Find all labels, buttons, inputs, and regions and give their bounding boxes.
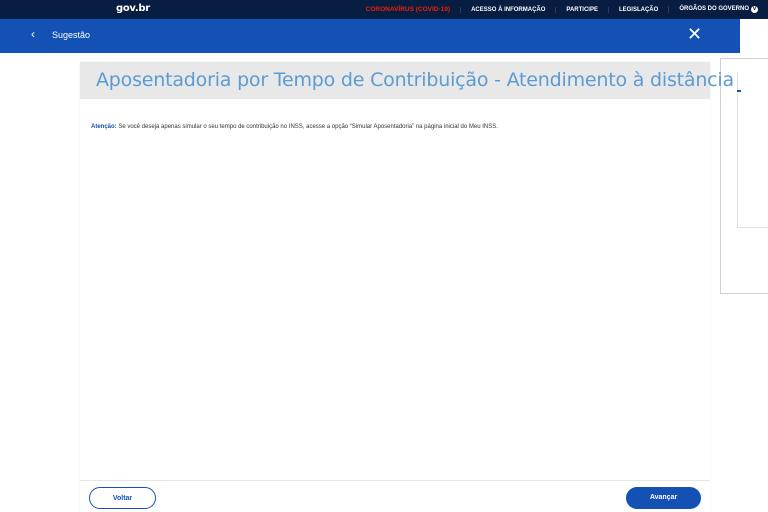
side-panel-indicator [737,90,741,92]
gov-top-links: CORONAVÍRUS (COVID-19) ACESSO À INFORMAÇ… [356,0,768,19]
next-button[interactable]: Avançar [626,487,701,509]
header-title: Sugestão [52,30,91,40]
gov-top-bar: gov.br CORONAVÍRUS (COVID-19) ACESSO À I… [0,0,768,19]
service-card: Aposentadoria por Tempo de Contribuição … [80,62,734,512]
close-icon[interactable]: ✕ [687,24,702,44]
attention-notice: Atenção: Se você deseja apenas simular o… [91,124,498,130]
card-header: Aposentadoria por Tempo de Contribuição … [80,62,734,99]
link-orgaos-governo[interactable]: ÓRGÃOS DO GOVERNO v [668,6,768,13]
notice-text: Se você deseja apenas simular o seu temp… [116,124,498,130]
page-title: Aposentadoria por Tempo de Contribuição … [96,69,734,91]
link-orgaos-governo-label: ÓRGÃOS DO GOVERNO [679,6,749,12]
link-coronavirus[interactable]: CORONAVÍRUS (COVID-19) [356,6,460,13]
link-legislacao[interactable]: LEGISLAÇÃO [607,6,668,13]
back-button[interactable]: Voltar [89,487,156,509]
link-acesso-informacao[interactable]: ACESSO À INFORMAÇÃO [460,6,555,13]
chevron-down-icon[interactable]: v [751,6,758,13]
govbr-logo[interactable]: gov.br [116,3,150,14]
footer-divider [80,480,710,481]
link-participe[interactable]: PARTICIPE [555,6,608,13]
notice-label: Atenção: [91,124,117,130]
back-arrow-icon[interactable]: ‹ [31,28,35,40]
page-header: ‹ Sugestão ✕ [0,19,740,53]
side-panel-inner [737,72,768,228]
